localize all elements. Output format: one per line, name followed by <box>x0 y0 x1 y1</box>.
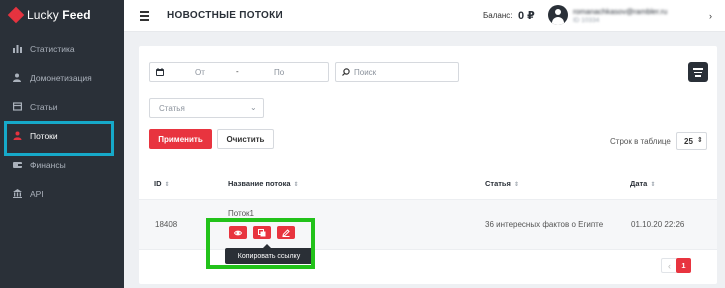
balance-value: 0 ₽ <box>518 10 535 22</box>
bar-chart-icon <box>13 44 22 53</box>
rows-per-page-value: 25 <box>684 137 693 146</box>
user-email[interactable]: romanachkasov@rambler.ru <box>573 7 667 16</box>
balance-label: Баланс: <box>483 11 513 20</box>
sidebar-item-label: Финансы <box>30 159 66 170</box>
user-money-icon <box>13 73 22 82</box>
logo-text: Lucky Feed <box>27 8 91 22</box>
search-icon <box>342 68 350 76</box>
menu-icon[interactable] <box>140 11 149 23</box>
date-from-field[interactable]: От <box>195 68 205 77</box>
highlight-box <box>206 218 315 269</box>
finance-icon <box>13 160 22 169</box>
rows-per-page-select[interactable]: 25 ⇕ <box>676 132 707 150</box>
sort-icon: ⇕ <box>164 182 170 188</box>
apply-button[interactable]: Применить <box>149 129 212 149</box>
sidebar-item-api[interactable]: API <box>0 179 124 208</box>
calendar-icon <box>156 68 164 76</box>
avatar[interactable] <box>548 5 568 25</box>
chevron-right-icon[interactable]: › <box>709 11 712 21</box>
sidebar-item-monetization[interactable]: Домонетизация <box>0 63 124 92</box>
search-placeholder: Поиск <box>354 68 377 77</box>
cell-name: Поток1 <box>228 209 254 218</box>
sidebar-item-statistics[interactable]: Статистика <box>0 34 124 63</box>
column-header-article[interactable]: Статья ⇕ <box>485 179 519 188</box>
user-id: ID 10334 <box>573 17 600 24</box>
article-select-placeholder: Статья <box>159 104 185 113</box>
api-icon <box>13 189 22 198</box>
sidebar-item-streams[interactable]: Потоки <box>0 121 124 156</box>
column-header-date[interactable]: Дата ⇕ <box>630 179 655 188</box>
column-header-id[interactable]: ID ⇕ <box>154 179 170 188</box>
clear-button[interactable]: Очистить <box>217 129 274 149</box>
sort-icon: ⇕ <box>293 182 299 188</box>
page-title: НОВОСТНЫЕ ПОТОКИ <box>167 10 283 21</box>
search-input[interactable]: Поиск <box>335 62 459 82</box>
pagination-page-1[interactable]: 1 <box>676 258 691 273</box>
logo-icon <box>7 6 25 24</box>
cell-id: 18408 <box>155 220 178 229</box>
date-separator: - <box>236 67 239 76</box>
sort-icon: ⇕ <box>650 182 656 188</box>
chevron-down-icon: ⌄ <box>250 103 257 112</box>
sidebar-item-articles[interactable]: Статьи <box>0 92 124 121</box>
sidebar: Lucky Feed Статистика Домонетизация Стат… <box>0 0 124 288</box>
top-header: НОВОСТНЫЕ ПОТОКИ Баланс: 0 ₽ romanachkas… <box>124 0 725 32</box>
sidebar-item-label: Домонетизация <box>30 72 92 83</box>
sidebar-item-label: Потоки <box>30 130 58 141</box>
filter-menu-button[interactable] <box>688 62 708 82</box>
cell-article: 36 интересных фактов о Египте <box>485 220 604 229</box>
date-range-picker[interactable]: От - По <box>149 62 329 82</box>
sidebar-item-finance[interactable]: Финансы <box>0 150 124 179</box>
article-select[interactable]: Статья ⌄ <box>149 98 264 118</box>
sort-icon: ⇕ <box>513 182 519 188</box>
logo[interactable]: Lucky Feed <box>7 6 91 24</box>
chevron-down-icon: ⇕ <box>697 137 703 144</box>
users-stream-icon <box>13 131 22 140</box>
article-icon <box>13 102 22 111</box>
date-to-field[interactable]: По <box>274 68 284 77</box>
sidebar-nav: Статистика Домонетизация Статьи Потоки Ф… <box>0 34 124 208</box>
column-header-name[interactable]: Название потока ⇕ <box>228 179 299 188</box>
sidebar-item-label: Статьи <box>30 101 58 112</box>
rows-per-page-label: Строк в таблице <box>610 137 671 146</box>
cell-date: 01.10.20 22:26 <box>631 220 685 229</box>
sidebar-item-label: API <box>30 188 44 199</box>
sidebar-item-label: Статистика <box>30 43 75 54</box>
